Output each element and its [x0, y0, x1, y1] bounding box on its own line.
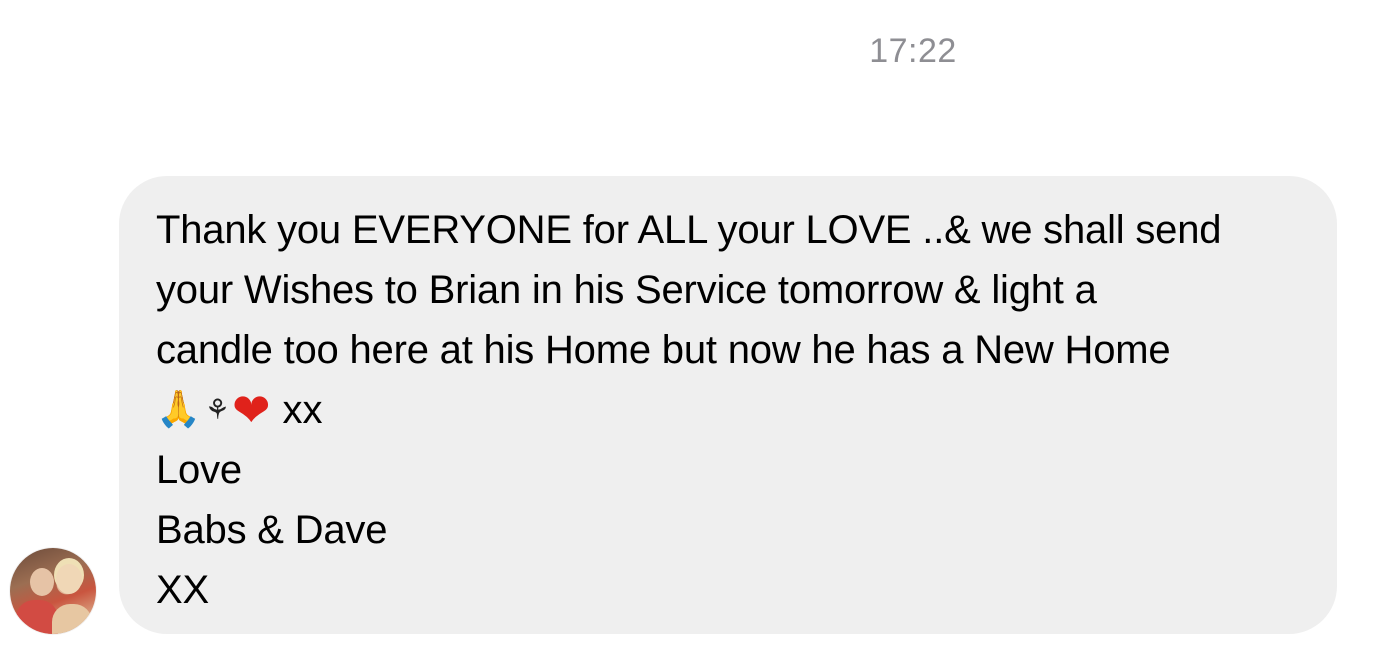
message-line-3: candle too here at his Home but now he h… — [156, 328, 1171, 372]
incoming-message-bubble[interactable]: Thank you EVERYONE for ALL your LOVE ..&… — [119, 176, 1337, 634]
message-line-1: Thank you EVERYONE for ALL your LOVE ..&… — [156, 208, 1222, 252]
avatar-shirt-right — [52, 604, 92, 634]
kisses-text: xx — [282, 388, 323, 432]
signoff-love: Love — [156, 448, 242, 492]
sender-avatar[interactable] — [10, 548, 96, 634]
message-timestamp: 17:22 — [869, 32, 957, 70]
message-line-2: your Wishes to Brian in his Service tomo… — [156, 268, 1097, 312]
message-thread: 17:22 Thank you EVERYONE for ALL your LO… — [0, 0, 1392, 670]
signoff-kisses: XX — [156, 568, 209, 612]
red-heart-emoji-icon: ❤ — [231, 383, 271, 437]
flower-emoji-icon: ⚘ — [204, 393, 230, 426]
folded-hands-emoji-icon: 🙏 — [156, 389, 201, 430]
emoji-line: 🙏 ⚘ ❤ xx — [156, 380, 1307, 440]
avatar-person-left — [30, 568, 54, 596]
avatar-person-right — [56, 564, 82, 594]
signoff-names: Babs & Dave — [156, 508, 388, 552]
